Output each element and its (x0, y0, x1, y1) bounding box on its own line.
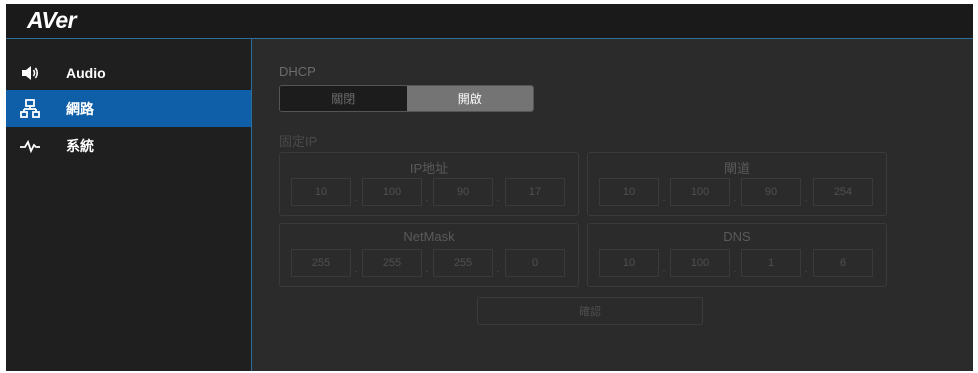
netmask-octet-1[interactable] (291, 249, 351, 277)
dns-octet-4[interactable] (813, 249, 873, 277)
dhcp-on-option[interactable]: 開啟 (406, 86, 533, 111)
network-icon (19, 98, 41, 120)
netmask-title: NetMask (403, 229, 455, 244)
top-bar: AVer (6, 4, 973, 39)
dns-group: DNS . . . (587, 223, 887, 287)
ip-octet-4[interactable] (505, 178, 565, 206)
octet-separator: . (733, 193, 737, 204)
static-ip-label: 固定IP (279, 134, 318, 149)
dhcp-label: DHCP (279, 64, 316, 79)
gateway-octet-1[interactable] (599, 178, 659, 206)
octet-separator: . (804, 193, 808, 204)
octet-separator: . (354, 193, 358, 204)
octet-separator: . (425, 193, 429, 204)
octet-separator: . (662, 193, 666, 204)
octet-separator: . (662, 264, 666, 275)
netmask-octet-4[interactable] (505, 249, 565, 277)
octet-separator: . (354, 264, 358, 275)
octet-separator: . (804, 264, 808, 275)
ip-address-title: IP地址 (409, 161, 449, 176)
sidebar-item-label: 系統 (66, 137, 94, 154)
gateway-octet-2[interactable] (670, 178, 730, 206)
dns-octet-1[interactable] (599, 249, 659, 277)
ip-octet-2[interactable] (362, 178, 422, 206)
sidebar-item-audio[interactable]: Audio (6, 54, 251, 91)
gateway-group: 閘道 . . . (587, 152, 887, 216)
octet-separator: . (496, 193, 500, 204)
speaker-icon (19, 62, 41, 84)
octet-separator: . (496, 264, 500, 275)
dhcp-toggle[interactable]: 關閉 開啟 (279, 85, 534, 112)
gateway-octet-4[interactable] (813, 178, 873, 206)
dns-octet-3[interactable] (741, 249, 801, 277)
dns-octet-2[interactable] (670, 249, 730, 277)
gateway-octet-3[interactable] (741, 178, 801, 206)
octet-separator: . (733, 264, 737, 275)
netmask-group: NetMask . . . (279, 223, 579, 287)
network-settings-panel: DHCP 關閉 開啟 固定IP IP地址 . . . 閘道 . . . (252, 39, 973, 371)
ip-address-group: IP地址 . . . (279, 152, 579, 216)
sidebar-item-system[interactable]: 系統 (6, 127, 251, 164)
pulse-icon (19, 135, 41, 157)
sidebar-item-network[interactable]: 網路 (6, 90, 251, 127)
ip-octet-3[interactable] (433, 178, 493, 206)
dhcp-off-option[interactable]: 關閉 (280, 86, 407, 111)
ip-octet-1[interactable] (291, 178, 351, 206)
netmask-octet-2[interactable] (362, 249, 422, 277)
sidebar-item-label: Audio (66, 64, 106, 81)
dns-title: DNS (723, 229, 751, 244)
gateway-title: 閘道 (723, 161, 750, 176)
aver-logo: AVer (27, 7, 77, 33)
confirm-button[interactable]: 確認 (477, 297, 703, 325)
octet-separator: . (425, 264, 429, 275)
netmask-octet-3[interactable] (433, 249, 493, 277)
sidebar: Audio 網路 系統 (6, 39, 251, 371)
sidebar-item-label: 網路 (66, 100, 94, 117)
app-window: AVer Audio 網路 系統 DHCP 關閉 開啟 固定IP IP地址 10… (6, 4, 973, 371)
